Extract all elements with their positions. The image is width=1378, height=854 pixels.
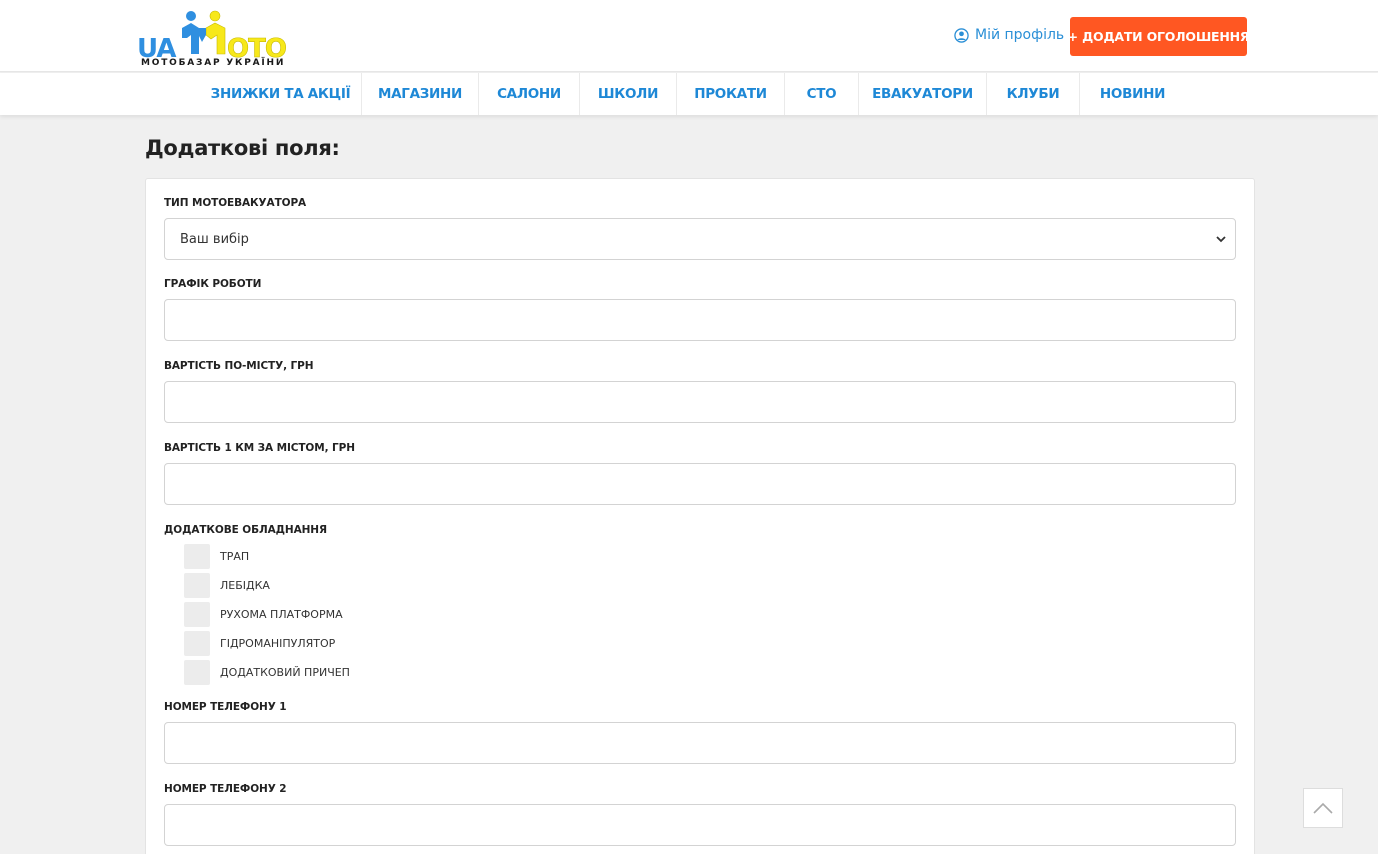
equipment-option-moving-platform[interactable]: Рухома платформа	[184, 602, 343, 627]
nav-item-evacuators[interactable]: ЕВАКУАТОРИ	[859, 73, 987, 115]
chevron-up-icon	[1313, 802, 1333, 814]
city-price-input[interactable]	[164, 381, 1236, 423]
phone1-input[interactable]	[164, 722, 1236, 764]
nav-item-service[interactable]: СТО	[785, 73, 859, 115]
equipment-option-extra-trailer[interactable]: Додатковий причеп	[184, 660, 350, 685]
schedule-label: Графік роботи	[164, 278, 262, 290]
checkbox[interactable]	[184, 631, 210, 656]
nav-item-news[interactable]: НОВИНИ	[1080, 73, 1185, 115]
city-price-label: Вартість по-місту, грн	[164, 360, 314, 372]
chevron-down-icon	[1216, 236, 1226, 243]
equipment-option-hydraulic-manipulator[interactable]: Гідроманіпулятор	[184, 631, 335, 656]
phone2-input[interactable]	[164, 804, 1236, 846]
page-title: Додаткові поля:	[145, 136, 340, 160]
main-nav: ЗНИЖКИ ТА АКЦІЇ МАГАЗИНИ САЛОНИ ШКОЛИ ПР…	[0, 73, 1378, 115]
checkbox[interactable]	[184, 660, 210, 685]
nav-item-clubs[interactable]: КЛУБИ	[987, 73, 1080, 115]
evacuator-type-select[interactable]: Ваш вибір	[164, 218, 1236, 260]
checkbox[interactable]	[184, 573, 210, 598]
equipment-option-winch[interactable]: Лебідка	[184, 573, 270, 598]
logo-rider-icon	[182, 10, 226, 55]
schedule-input[interactable]	[164, 299, 1236, 341]
site-header: UA OTO МОТОБАЗАР УКРАЇНИ Мій профіль + Д…	[0, 0, 1378, 72]
phone1-label: Номер телефону 1	[164, 701, 287, 713]
checkbox[interactable]	[184, 544, 210, 569]
my-profile-link[interactable]: Мій профіль	[954, 27, 1064, 43]
evacuator-type-value: Ваш вибір	[180, 231, 249, 247]
checkbox-label: Рухома платформа	[220, 608, 343, 621]
checkbox-label: Гідроманіпулятор	[220, 637, 336, 650]
checkbox[interactable]	[184, 602, 210, 627]
nav-item-rentals[interactable]: ПРОКАТИ	[677, 73, 785, 115]
equipment-option-ramp[interactable]: Трап	[184, 544, 249, 569]
checkbox-label: Трап	[220, 550, 250, 563]
km-price-input[interactable]	[164, 463, 1236, 505]
nav-item-discounts[interactable]: ЗНИЖКИ ТА АКЦІЇ	[200, 73, 362, 115]
user-circle-icon	[954, 27, 969, 43]
additional-fields-form: Тип мотоевакуатора Ваш вибір Графік робо…	[145, 178, 1255, 854]
checkbox-label: Лебідка	[220, 579, 270, 592]
checkbox-label: Додатковий причеп	[220, 666, 350, 679]
add-listing-button[interactable]: + ДОДАТИ ОГОЛОШЕННЯ	[1068, 17, 1250, 56]
evacuator-type-label: Тип мотоевакуатора	[164, 197, 307, 209]
my-profile-label: Мій профіль	[975, 27, 1065, 43]
site-logo[interactable]: UA OTO МОТОБАЗАР УКРАЇНИ	[137, 8, 287, 70]
nav-item-shops[interactable]: МАГАЗИНИ	[362, 73, 479, 115]
nav-item-schools[interactable]: ШКОЛИ	[580, 73, 677, 115]
equipment-label: Додаткове обладнання	[164, 524, 327, 536]
logo-subtitle: МОТОБАЗАР УКРАЇНИ	[141, 58, 286, 68]
phone2-label: Номер телефону 2	[164, 783, 287, 795]
km-price-label: Вартість 1 км за містом, грн	[164, 442, 355, 454]
nav-item-salons[interactable]: САЛОНИ	[479, 73, 580, 115]
scroll-top-button[interactable]	[1303, 788, 1343, 828]
